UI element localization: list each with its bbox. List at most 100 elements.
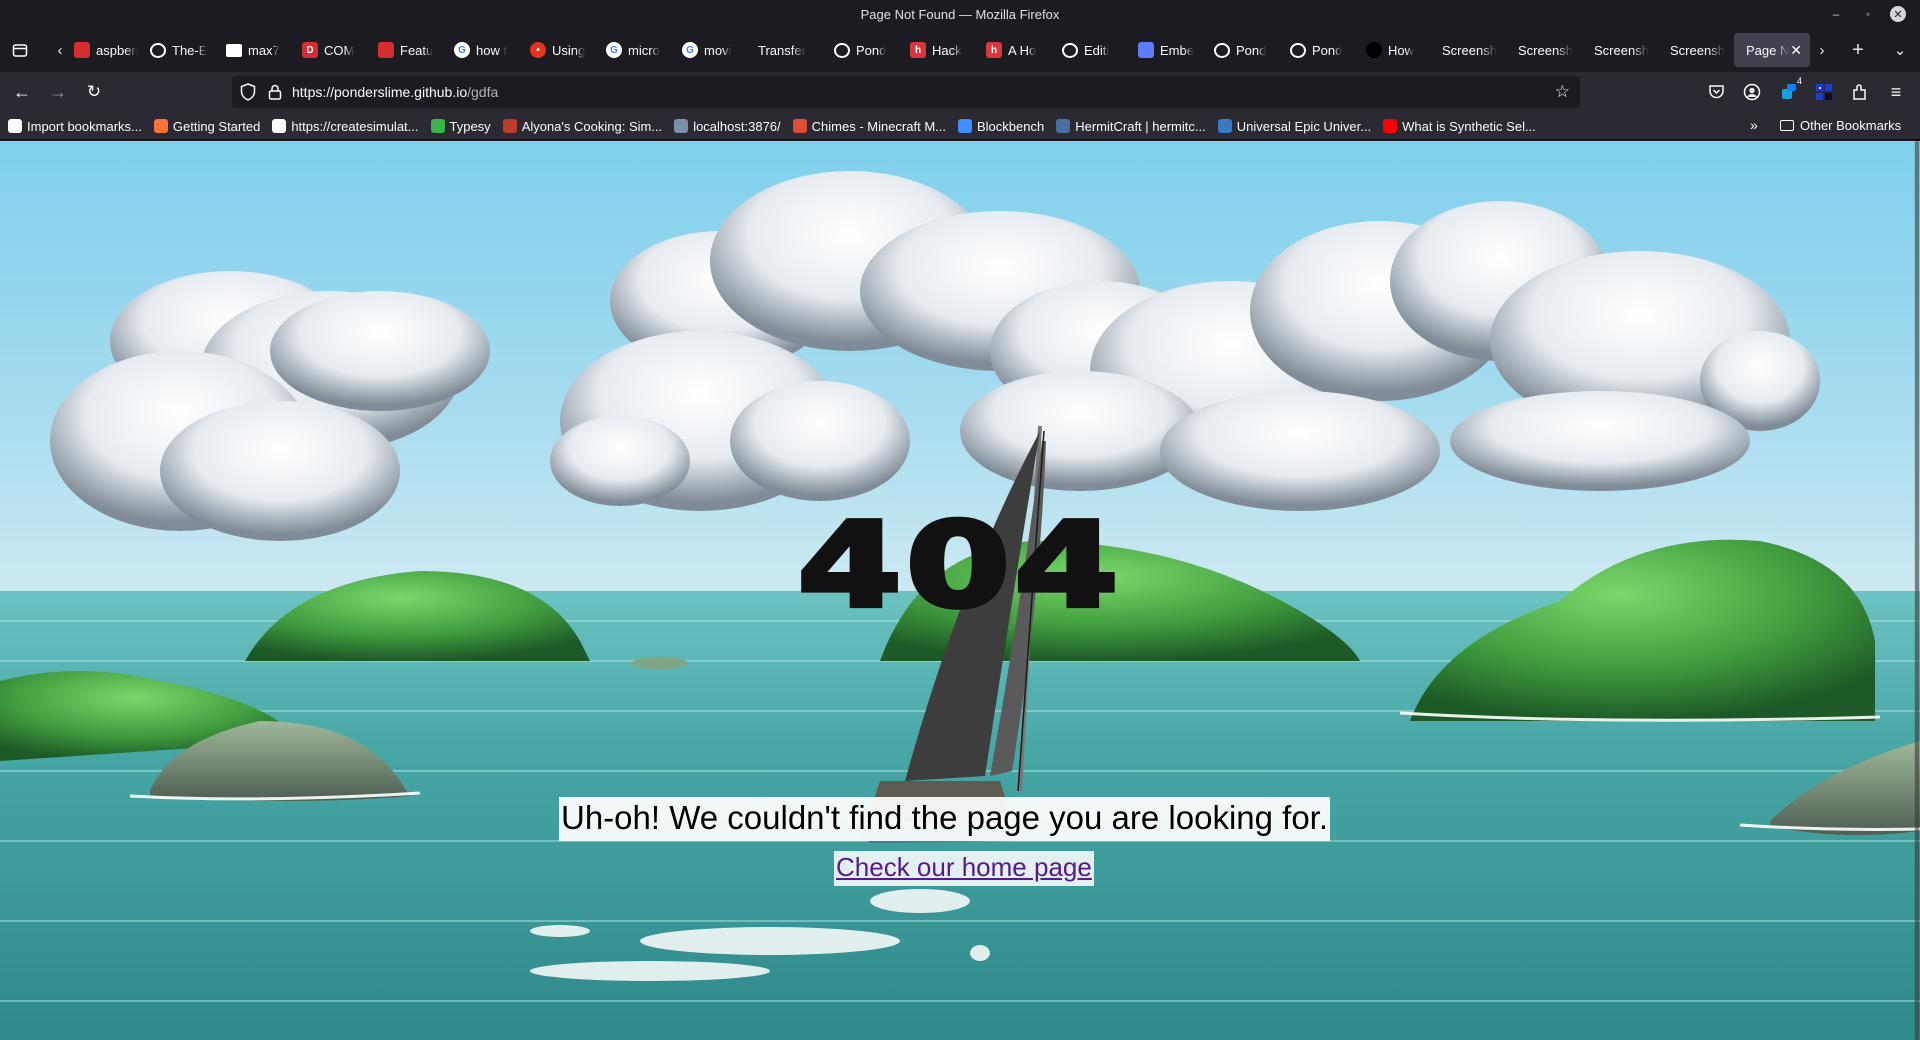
forward-icon[interactable]: →: [46, 80, 70, 104]
tab[interactable]: Gmovi: [670, 33, 746, 67]
bookmark-label: What is Synthetic Sel...: [1402, 118, 1536, 134]
tab-label: A Ho: [1008, 42, 1037, 58]
google-icon: G: [682, 42, 698, 58]
window-title: Page Not Found — Mozilla Firefox: [860, 7, 1060, 22]
minimize-icon[interactable]: –: [1826, 4, 1846, 24]
page-viewport: 404 Uh-oh! We couldn't find the page you…: [0, 141, 1920, 1040]
menu-icon[interactable]: ≡: [1884, 80, 1908, 104]
url-path: /gdfa: [467, 84, 499, 100]
bookmark-star-icon[interactable]: ☆: [1555, 82, 1570, 102]
tab[interactable]: Pond: [1278, 33, 1354, 67]
raspberry-icon: [74, 42, 90, 58]
firefox-icon: [153, 119, 168, 133]
other-bookmarks-folder[interactable]: Other Bookmarks: [1780, 118, 1901, 133]
tracking-protection-icon[interactable]: [240, 83, 256, 101]
bookmark-label: HermitCraft | hermitc...: [1075, 118, 1206, 134]
embed-icon: [1138, 42, 1154, 58]
tab[interactable]: Pond: [1202, 33, 1278, 67]
list-all-tabs-icon[interactable]: ⌄: [1888, 38, 1912, 62]
lock-icon[interactable]: [268, 84, 282, 100]
blockbench-icon: [958, 119, 972, 133]
url-host: https://ponderslime.github.io: [292, 84, 468, 100]
folder-icon: [1780, 120, 1794, 131]
url-bar[interactable]: https://ponderslime.github.io/gdfa ☆: [232, 76, 1580, 108]
tab[interactable]: Screensh: [1430, 33, 1506, 67]
hackaday-icon: h: [986, 42, 1002, 58]
localhost-icon: [674, 119, 689, 133]
tab[interactable]: Editi: [1050, 33, 1126, 67]
bookmark-item[interactable]: Universal Epic Univer...: [1217, 119, 1371, 134]
tab[interactable]: Ghow t: [442, 33, 518, 67]
back-icon[interactable]: ←: [10, 80, 34, 104]
grid-extension-icon[interactable]: [1812, 80, 1836, 104]
vertical-scrollbar[interactable]: [1914, 141, 1920, 1040]
curseforge-icon: [792, 119, 807, 133]
extensions-icon[interactable]: [1848, 80, 1872, 104]
close-icon[interactable]: ✕: [1888, 4, 1908, 24]
bookmark-item[interactable]: Blockbench: [958, 119, 1044, 134]
tab-label: Featu: [400, 42, 434, 58]
tab-label: Using: [552, 42, 586, 58]
extension-puzzle-badge-icon[interactable]: 4: [1776, 76, 1802, 104]
tab-label: Hack: [932, 42, 962, 58]
url-text[interactable]: https://ponderslime.github.io/gdfa: [292, 84, 498, 100]
tab-label: Screensh: [1594, 42, 1649, 58]
tab-label: Screensh: [1670, 42, 1725, 58]
window-titlebar: Page Not Found — Mozilla Firefox – ◦ ✕: [0, 0, 1920, 28]
tab[interactable]: D COM: [290, 33, 366, 67]
bookmark-item[interactable]: localhost:3876/: [674, 119, 781, 134]
tab[interactable]: • Using: [518, 33, 594, 67]
tab-label: how t: [476, 42, 508, 58]
tab[interactable]: aspberr: [62, 33, 138, 67]
tab[interactable]: How: [1354, 33, 1430, 67]
reload-icon[interactable]: ↻: [82, 80, 106, 104]
tab[interactable]: h A Ho: [974, 33, 1050, 67]
tab[interactable]: max7: [214, 33, 290, 67]
tab-label: Pond: [1312, 42, 1343, 58]
bookmark-item[interactable]: Getting Started: [153, 118, 261, 134]
tab[interactable]: Transfer: [746, 33, 822, 67]
maximize-icon[interactable]: ◦: [1858, 4, 1878, 24]
bookmark-item[interactable]: HermitCraft | hermitc...: [1056, 119, 1206, 134]
tab[interactable]: Gmicro: [594, 33, 670, 67]
bookmark-item[interactable]: Import bookmarks...: [8, 119, 142, 134]
error-code-heading: 404: [794, 498, 1123, 634]
tab-label: How: [1388, 42, 1415, 58]
github-icon: [1062, 42, 1078, 58]
bookmark-label: Getting Started: [172, 118, 261, 134]
bookmark-item[interactable]: Alyona's Cooking: Sim...: [502, 119, 662, 134]
bookmark-label: https://createsimulat...: [291, 118, 419, 134]
close-tab-icon[interactable]: ✕: [1790, 42, 1802, 59]
typesy-icon: [430, 119, 445, 133]
tab[interactable]: h Hack: [898, 33, 974, 67]
tab[interactable]: Screensh: [1582, 33, 1658, 67]
bookmark-item[interactable]: https://createsimulat...: [272, 118, 419, 134]
pocket-icon[interactable]: [1704, 80, 1728, 104]
tab[interactable]: Screensh: [1658, 33, 1734, 67]
bookmarks-overflow-icon[interactable]: »: [1750, 117, 1758, 133]
bookmark-item[interactable]: What is Synthetic Sel...: [1383, 119, 1536, 134]
tab[interactable]: Pond: [822, 33, 898, 67]
new-tab-icon[interactable]: +: [1846, 38, 1870, 62]
firefox-view-icon[interactable]: [8, 38, 32, 62]
tab[interactable]: Featu: [366, 33, 442, 67]
tab[interactable]: Page N ✕: [1734, 33, 1810, 67]
hackaday-icon: h: [910, 42, 926, 58]
google-icon: G: [454, 42, 470, 58]
doc-icon: D: [302, 42, 318, 58]
bookmark-item[interactable]: Chimes - Minecraft M...: [792, 119, 946, 134]
hermit-icon: [1056, 119, 1071, 133]
cube-icon: [226, 43, 242, 57]
home-page-link[interactable]: Check our home page: [834, 851, 1094, 886]
tab-label: Screensh: [1518, 42, 1573, 58]
tab[interactable]: Embe: [1126, 33, 1202, 67]
bookmark-item[interactable]: Typesy: [430, 119, 491, 134]
scroll-tabs-right-icon[interactable]: ›: [1810, 38, 1834, 62]
github-icon: [834, 42, 850, 58]
tab-label: Transfer: [758, 42, 806, 58]
account-icon[interactable]: [1740, 80, 1764, 104]
scrollbar-thumb[interactable]: [1915, 141, 1919, 1040]
tab[interactable]: The-E: [138, 33, 214, 67]
tab[interactable]: Screensh: [1506, 33, 1582, 67]
navigation-toolbar: ← → ↻ https://ponderslime.github.io/gdfa…: [0, 72, 1920, 112]
